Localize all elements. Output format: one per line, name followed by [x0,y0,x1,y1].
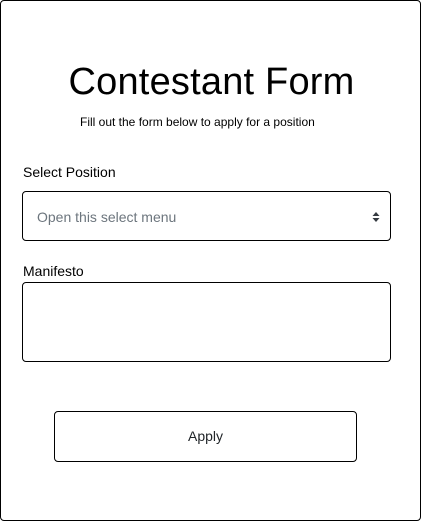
position-select-value: Open this select menu [37,209,177,225]
position-select[interactable]: Open this select menu [22,191,391,241]
contestant-form-card: Contestant Form Fill out the form below … [0,0,421,521]
form-subtitle: Fill out the form below to apply for a p… [80,115,315,129]
chevron-up-down-icon [372,210,380,222]
manifesto-textarea[interactable] [22,282,391,362]
manifesto-label: Manifesto [23,263,84,279]
form-title: Contestant Form [68,61,355,103]
apply-button[interactable]: Apply [54,411,357,462]
select-position-label: Select Position [23,164,116,180]
